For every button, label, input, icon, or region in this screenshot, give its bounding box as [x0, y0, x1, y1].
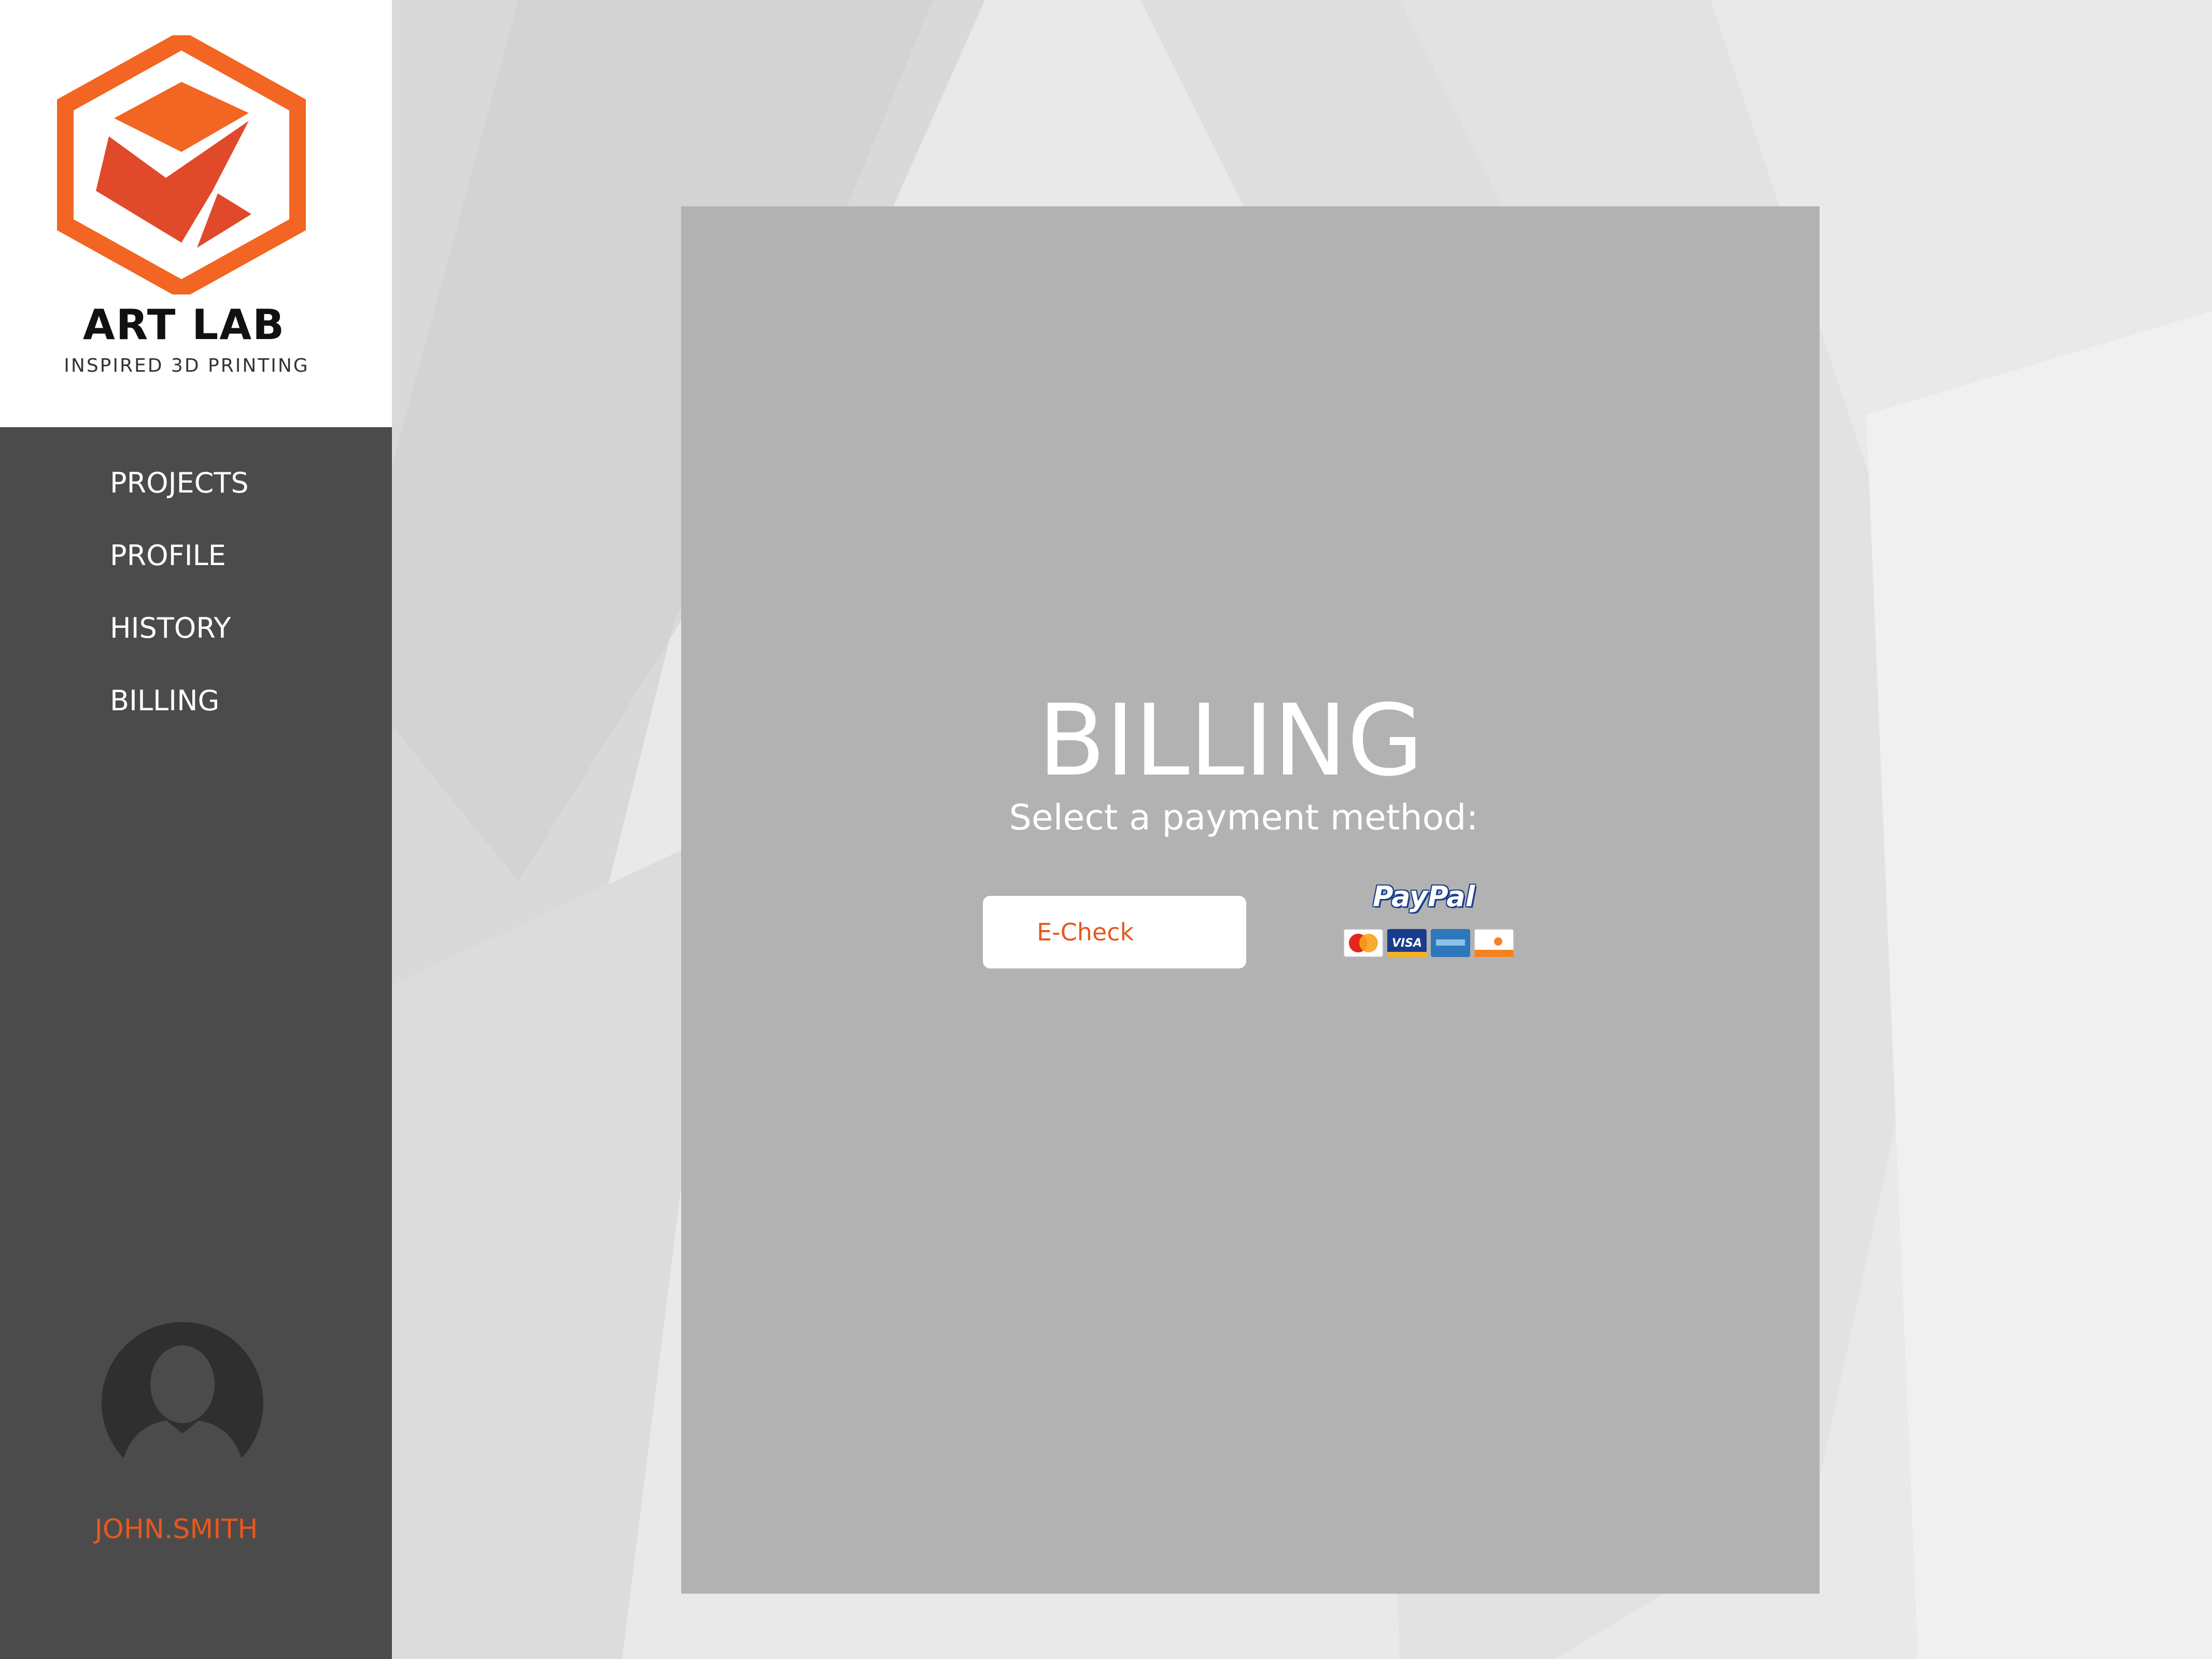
mastercard-icon	[1343, 929, 1384, 958]
svg-text:VISA: VISA	[1392, 937, 1422, 950]
sidebar: ART LAB INSPIRED 3D PRINTING PROJECTS PR…	[0, 0, 392, 1659]
credit-cards-icon: VISA	[1343, 929, 1514, 958]
paypal-logo: PayPal	[1373, 880, 1475, 913]
page-subtitle: Select a payment method:	[1009, 797, 1478, 838]
logo-area: ART LAB INSPIRED 3D PRINTING	[0, 0, 392, 427]
echeck-button[interactable]: E-Check	[983, 896, 1246, 968]
sidebar-item-profile[interactable]: PROFILE	[110, 539, 249, 612]
sidebar-nav: PROJECTS PROFILE HISTORY BILLING	[110, 467, 249, 757]
art-lab-logo-icon[interactable]	[57, 35, 306, 294]
user-avatar-icon[interactable]	[102, 1322, 263, 1484]
visa-icon: VISA	[1387, 929, 1427, 957]
sidebar-item-billing[interactable]: BILLING	[110, 684, 249, 757]
sidebar-item-projects[interactable]: PROJECTS	[110, 467, 249, 539]
paypal-button[interactable]: PayPal VISA	[1343, 880, 1540, 984]
discover-icon	[1474, 929, 1514, 958]
username[interactable]: JOHN.SMITH	[0, 1514, 353, 1545]
page-title: BILLING	[1038, 683, 1424, 798]
brand-tagline: INSPIRED 3D PRINTING	[64, 355, 309, 376]
amex-icon	[1431, 929, 1470, 957]
sidebar-item-history[interactable]: HISTORY	[110, 612, 249, 684]
billing-panel: BILLING Select a payment method: E-Check…	[681, 206, 1820, 1594]
brand-name: ART LAB	[82, 301, 286, 349]
